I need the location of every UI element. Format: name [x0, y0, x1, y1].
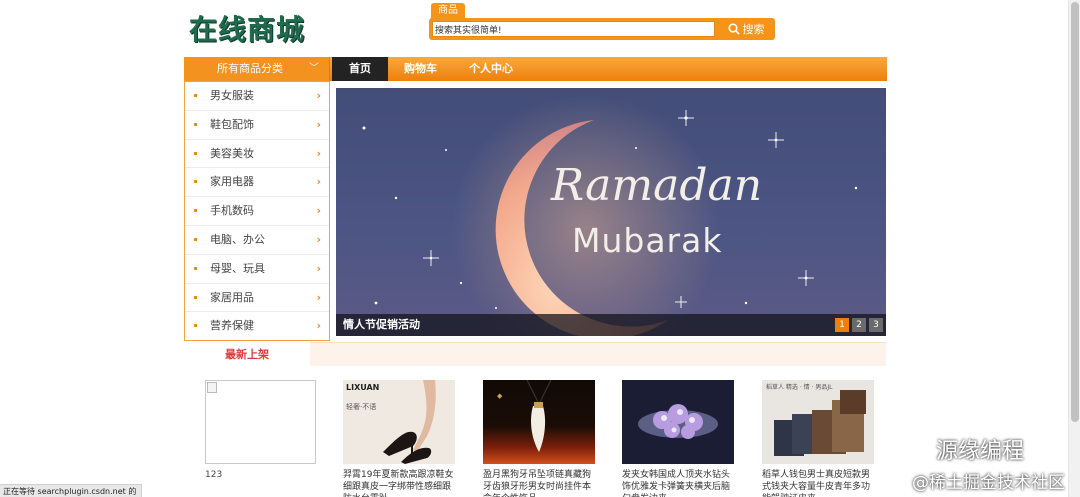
wallet-image	[774, 390, 866, 456]
product-title[interactable]: 123	[205, 470, 222, 480]
new-arrivals-bar	[310, 342, 886, 366]
chevron-right-icon: ›	[316, 319, 321, 333]
all-categories-label: 所有商品分类	[217, 62, 283, 75]
all-categories-menu[interactable]: 所有商品分类 ﹀	[184, 57, 330, 81]
category-label: 美容美妆	[210, 146, 254, 160]
broken-product-image[interactable]	[205, 380, 316, 464]
category-item[interactable]: 手机数码 ›	[185, 197, 329, 226]
nav-item-home[interactable]: 首页	[332, 57, 388, 81]
product-image[interactable]: ◆	[483, 380, 595, 464]
page-scrollbar[interactable]	[1068, 0, 1080, 497]
banner-caption-bar: 情人节促销活动 1 2 3	[336, 314, 886, 336]
category-item[interactable]: 美容美妆 ›	[185, 140, 329, 169]
product-title[interactable]: 发夹女韩国成人顶夹水钻头饰优雅发卡弹簧夹横夹后脑勺盘发边夹	[622, 469, 734, 497]
scrollbar-thumb[interactable]	[1071, 2, 1079, 422]
banner-caption: 情人节促销活动	[343, 318, 420, 331]
category-item[interactable]: 电脑、办公 ›	[185, 226, 329, 255]
wechat-watermark: 源缘编程	[894, 433, 1024, 465]
nav-item-account[interactable]: 个人中心	[469, 57, 513, 81]
wechat-icon	[895, 435, 929, 462]
nav-item-cart[interactable]: 购物车	[404, 57, 437, 81]
product-title[interactable]: 羿霄19年夏新款高跟凉鞋女细跟真皮一字绑带性感细跟防水台露趾	[343, 469, 455, 497]
category-item[interactable]: 家用电器 ›	[185, 168, 329, 198]
product-title[interactable]: 稻草人钱包男士真皮短款男式钱夹大容量牛皮青年多功能驾驶证皮夹	[762, 469, 874, 497]
category-label: 营养保健	[210, 319, 254, 333]
new-arrivals-tab[interactable]: 最新上架	[184, 342, 310, 366]
category-label: 男女服装	[210, 89, 254, 102]
browser-status-bar: 正在等待 searchplugin.csdn.net 的响应...	[0, 484, 142, 497]
site-logo[interactable]: 在线商城	[189, 8, 305, 48]
chevron-right-icon: ›	[316, 290, 321, 304]
chevron-right-icon: ›	[316, 261, 321, 275]
category-item[interactable]: 鞋包配饰 ›	[185, 111, 329, 140]
product-card[interactable]: ◆ 盈月黑狗牙吊坠项链真藏狗牙齿狼牙形男女时尚挂件本命年个性饰品	[483, 380, 595, 497]
svg-text:◆: ◆	[497, 392, 503, 400]
category-item[interactable]: 家居用品 ›	[185, 284, 329, 313]
banner-pager: 1 2 3	[835, 318, 883, 332]
chevron-right-icon: ›	[316, 146, 321, 160]
banner-headline: Ramadan	[551, 160, 763, 211]
search-button-label: 搜索	[742, 23, 765, 36]
chevron-down-icon: ﹀	[309, 63, 319, 74]
chevron-right-icon: ›	[316, 117, 321, 131]
chevron-right-icon: ›	[316, 204, 321, 218]
product-card[interactable]: 稻草人 精选 · 情 · 男品JL 稻草人钱包男士真皮短款男式钱夹大容量牛皮青年…	[762, 380, 874, 497]
category-label: 手机数码	[210, 204, 254, 218]
category-item[interactable]: 营养保健 ›	[185, 312, 329, 341]
search-input[interactable]	[432, 21, 715, 37]
broken-image-icon	[207, 382, 217, 393]
category-label: 母婴、玩具	[210, 261, 265, 275]
crescent-moon-image	[362, 93, 858, 336]
hair-clip-image	[638, 404, 718, 439]
banner-page-1[interactable]: 1	[835, 318, 849, 332]
product-image[interactable]: 稻草人 精选 · 情 · 男品JL	[762, 380, 874, 464]
banner-subheadline: Mubarak	[572, 221, 723, 260]
main-nav: 所有商品分类 ﹀ 首页 购物车 个人中心	[184, 57, 887, 81]
search-bar: 搜索	[429, 18, 775, 40]
category-label: 家居用品	[210, 290, 254, 304]
chevron-right-icon: ›	[316, 89, 321, 102]
category-label: 鞋包配饰	[210, 117, 254, 131]
search-type-tab[interactable]: 商品	[431, 3, 465, 19]
product-image[interactable]: LIXUAN 轻奢·不语	[343, 380, 455, 464]
category-label: 家用电器	[210, 175, 254, 189]
shoe-image	[383, 380, 436, 464]
pendant-image: ◆	[497, 380, 552, 452]
category-label: 电脑、办公	[210, 232, 265, 246]
wechat-watermark-text: 源缘编程	[936, 439, 1025, 464]
category-sidebar: 男女服装 › 鞋包配饰 › 美容美妆 › 家用电器 › 手机数码 › 电脑、办公 › 母婴、…	[184, 81, 330, 341]
chevron-right-icon: ›	[316, 232, 321, 246]
product-image[interactable]	[622, 380, 734, 464]
product-card[interactable]: LIXUAN 轻奢·不语 羿霄19年夏新款高跟凉鞋女细跟真皮一字绑带性感细跟防水…	[343, 380, 455, 497]
search-icon	[727, 23, 740, 35]
promo-banner[interactable]: Ramadan Mubarak 情人节促销活动 1 2 3	[336, 88, 886, 336]
chevron-right-icon: ›	[316, 175, 321, 189]
product-title[interactable]: 盈月黑狗牙吊坠项链真藏狗牙齿狼牙形男女时尚挂件本命年个性饰品	[483, 469, 595, 497]
search-button[interactable]: 搜索	[719, 20, 773, 38]
category-item[interactable]: 母婴、玩具 ›	[185, 255, 329, 284]
product-card[interactable]: 发夹女韩国成人顶夹水钻头饰优雅发卡弹簧夹横夹后脑勺盘发边夹	[622, 380, 734, 497]
banner-page-3[interactable]: 3	[869, 318, 883, 332]
juejin-watermark: @稀土掘金技术社区	[912, 473, 1065, 493]
banner-page-2[interactable]: 2	[852, 318, 866, 332]
category-item[interactable]: 男女服装 ›	[185, 82, 329, 111]
